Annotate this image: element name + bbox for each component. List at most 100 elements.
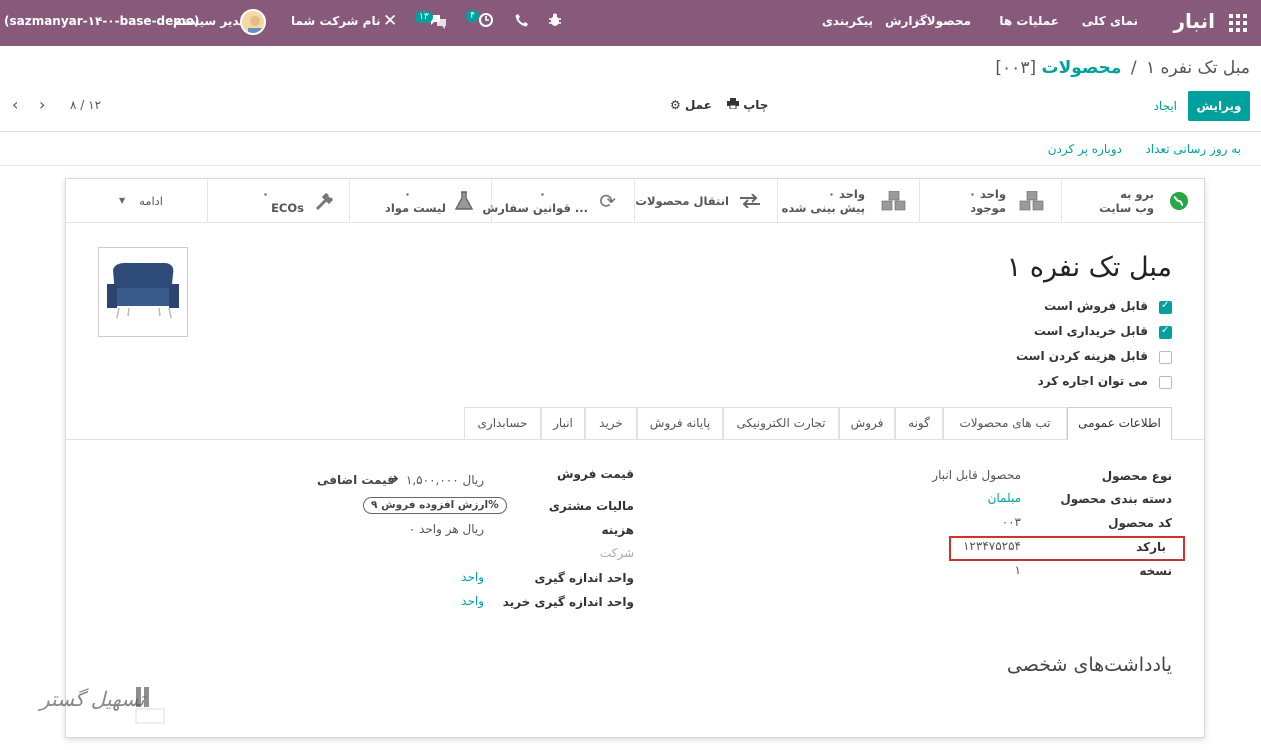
can-be-expensed-label: قابل هزینه کردن است (1015, 349, 1148, 363)
print-label: چاپ (743, 98, 769, 112)
tab-point-of-sale[interactable]: پایانه فروش (637, 407, 723, 439)
control-panel-divider (0, 131, 1261, 132)
checkbox-can-be-sold[interactable]: قابل فروش است (952, 299, 1172, 315)
website-smart-button[interactable]: برو به وب سایت (1061, 179, 1206, 223)
checkbox-can-be-purchased[interactable]: قابل خریداری است (952, 324, 1172, 340)
tab-inventory[interactable]: انبار (541, 407, 585, 439)
customer-taxes-label: مالیات مشتری (548, 499, 634, 513)
can-be-rented-checkbox[interactable] (1159, 376, 1172, 389)
reorder-count: ۰ (538, 187, 546, 201)
apps-menu-icon[interactable] (1229, 14, 1247, 32)
tab-purchase[interactable]: خرید (585, 407, 637, 439)
tab-ecommerce[interactable]: تجارت الکترونیکی (723, 407, 839, 439)
caret-down-icon: ▼ (119, 196, 126, 205)
database-name: (sazmanyar-۱۴-۰-base-demo) (4, 14, 200, 28)
more-smart-button[interactable]: ادامه ▼ (66, 179, 207, 223)
product-image[interactable] (98, 247, 188, 337)
onhand-line2: موجود (970, 201, 1006, 215)
product-name[interactable]: مبل تک نفره ۱ (1007, 252, 1172, 283)
tabs-baseline (66, 439, 1204, 440)
cubes-forecast-icon (881, 190, 907, 214)
product-moves-smart-button[interactable]: انتقال محصولات (634, 179, 777, 223)
product-category-value[interactable]: مبلمان (988, 491, 1021, 505)
breadcrumb-current: [۰۰۳] مبل تک نفره ۱ (995, 58, 1250, 78)
bug-icon[interactable] (548, 12, 562, 28)
tab-variants[interactable]: گونه (895, 407, 943, 439)
bom-label: لیست مواد (384, 201, 446, 215)
watermark-text: تسهیل گستر (40, 687, 145, 711)
tab-accounting[interactable]: حسابداری (464, 407, 541, 439)
replenish-button[interactable]: دوباره پر کردن (1048, 142, 1122, 156)
breadcrumb-separator: / (1130, 58, 1137, 78)
barcode-label: بارکد (1136, 540, 1166, 554)
pager-value[interactable]: ۸ / ۱۲ (70, 98, 101, 112)
sales-tax-tag[interactable]: ارزش افزوده فروش ۹% (363, 497, 507, 514)
bom-smart-button[interactable]: ۰ لیست مواد (349, 179, 491, 223)
can-be-rented-label: می توان اجاره کرد (1037, 374, 1148, 388)
menu-reporting[interactable]: گزارش (885, 14, 927, 28)
can-be-sold-label: قابل فروش است (1044, 299, 1148, 313)
print-icon (727, 98, 743, 112)
cost-value[interactable]: ۰ ریال هر واحد (409, 522, 484, 536)
print-button[interactable]: چاپ (727, 98, 768, 112)
checkbox-can-be-expensed[interactable]: قابل هزینه کردن است (952, 349, 1172, 365)
pager-previous-icon[interactable]: ‹ (12, 95, 18, 114)
unit-of-measure-value[interactable]: واحد (461, 570, 484, 584)
ecos-smart-button[interactable]: ۰ ECOs (207, 179, 349, 223)
update-quantity-button[interactable]: به روز رسانی تعداد (1145, 142, 1241, 156)
checkbox-can-be-rented[interactable]: می توان اجاره کرد (952, 374, 1172, 390)
menu-configuration[interactable]: پیکربندی (822, 14, 873, 28)
action-button[interactable]: ⚙ عمل (670, 98, 712, 112)
pager-next-icon[interactable]: › (39, 95, 45, 114)
avatar[interactable] (240, 9, 266, 35)
unit-of-measure-label: واحد اندازه گیری (534, 571, 634, 585)
purchase-uom-value[interactable]: واحد (461, 594, 484, 608)
reordering-rules-smart-button[interactable]: ⟳ ۰ قوانین سفارش ... (482, 179, 634, 223)
forecast-smart-button[interactable]: ۰ واحد پیش بینی شده (777, 179, 919, 223)
messages-badge: ۱۳ (415, 11, 433, 23)
tab-sales[interactable]: فروش (839, 407, 895, 439)
product-category-label: دسته بندی محصول (1060, 492, 1172, 506)
flask-icon (454, 191, 474, 214)
internal-reference-value[interactable]: ۰۰۳ (1002, 515, 1021, 529)
onhand-line1: ۰ واحد (968, 187, 1006, 201)
can-be-purchased-checkbox[interactable] (1159, 325, 1172, 339)
phone-icon[interactable] (515, 13, 529, 27)
gear-icon: ⚙ (670, 98, 681, 112)
edit-button[interactable]: ویرایش (1188, 91, 1250, 121)
refresh-icon: ⟳ (599, 189, 616, 213)
can-be-sold-checkbox[interactable] (1159, 300, 1172, 314)
purchase-uom-label: واحد اندازه گیری خرید (502, 595, 634, 609)
activities-badge: ۴ (466, 10, 479, 22)
cost-label: هزینه (601, 523, 634, 537)
create-button[interactable]: ایجاد (1154, 99, 1177, 113)
onhand-smart-button[interactable]: ۰ واحد موجود (919, 179, 1061, 223)
can-be-purchased-label: قابل خریداری است (1033, 324, 1148, 338)
tab-general-information[interactable]: اطلاعات عمومی (1067, 407, 1172, 440)
product-type-value[interactable]: محصول قابل انبار (932, 468, 1021, 482)
website-line1: برو به (1120, 187, 1154, 201)
sales-price-value[interactable]: ۱,۵۰۰,۰۰۰ ریال (406, 473, 484, 487)
product-type-label: نوع محصول (1101, 469, 1172, 483)
company-name[interactable]: نام شرکت شما (291, 14, 380, 28)
menu-operations[interactable]: عملیات ها (999, 14, 1059, 28)
app-title[interactable]: انبار (1173, 9, 1215, 33)
forecast-line1: ۰ واحد (827, 187, 865, 201)
globe-icon (1170, 192, 1188, 210)
tab-product-tabs[interactable]: تب های محصولات (943, 407, 1067, 439)
activity-clock-icon[interactable] (478, 12, 494, 28)
menu-overview[interactable]: نمای کلی (1082, 14, 1138, 28)
internal-reference-label: کد محصول (1108, 516, 1172, 530)
user-name[interactable]: مدیر سیستم (173, 14, 247, 28)
ecos-label: ECOs (271, 201, 304, 215)
cubes-icon (1019, 190, 1045, 214)
version-value[interactable]: ۱ (1015, 563, 1021, 577)
breadcrumb-products-link[interactable]: محصولات (1041, 58, 1121, 78)
extra-prices-link[interactable]: قیمت اضافی (317, 473, 395, 487)
version-label: نسخه (1139, 564, 1172, 578)
barcode-value[interactable]: ۱۲۳۴۷۵۲۵۴ (963, 539, 1021, 553)
debug-close-icon[interactable]: ✕ (383, 11, 397, 31)
can-be-expensed-checkbox[interactable] (1159, 351, 1172, 364)
website-line2: وب سایت (1099, 201, 1154, 215)
company-label: شرکت (599, 546, 634, 560)
